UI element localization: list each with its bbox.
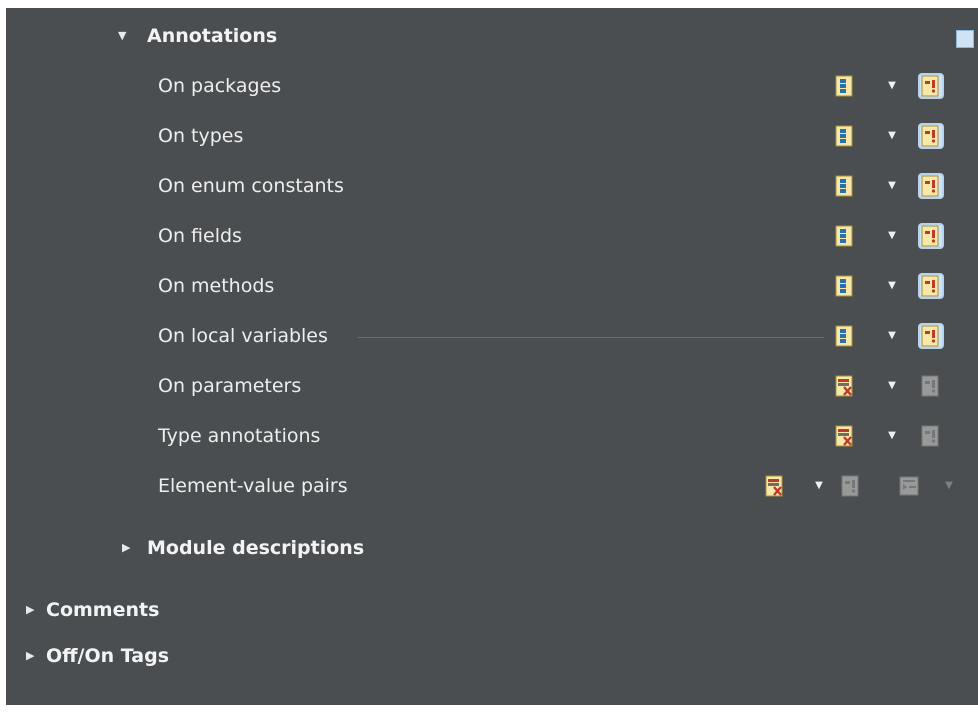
wrap-row-on-parameters[interactable]: On parameters ▼ bbox=[6, 361, 978, 411]
wrap-each-element-icon[interactable] bbox=[834, 75, 856, 97]
force-split-icon[interactable] bbox=[920, 325, 942, 347]
wrap-row-on-methods[interactable]: On methods ▼ bbox=[6, 261, 978, 311]
chevron-down-icon: ▼ bbox=[945, 480, 953, 491]
wrap-each-element-icon[interactable] bbox=[834, 225, 856, 247]
triangle-down-icon[interactable]: ▼ bbox=[118, 11, 126, 61]
chevron-down-icon[interactable]: ▼ bbox=[812, 475, 826, 497]
triangle-right-icon[interactable]: ▶ bbox=[122, 523, 130, 573]
annotations-section-header[interactable]: ▼ Annotations bbox=[6, 11, 978, 61]
chevron-down-icon[interactable]: ▼ bbox=[885, 425, 899, 447]
wrap-each-element-icon[interactable] bbox=[834, 175, 856, 197]
chevron-down-icon[interactable]: ▼ bbox=[885, 225, 899, 247]
do-not-wrap-icon[interactable] bbox=[834, 375, 856, 397]
comments-group-header[interactable]: ▶ Comments bbox=[6, 585, 978, 635]
row-label: Element-value pairs bbox=[158, 475, 348, 497]
force-split-icon[interactable] bbox=[920, 175, 942, 197]
row-label: On enum constants bbox=[158, 175, 344, 197]
chevron-down-icon[interactable]: ▼ bbox=[885, 175, 899, 197]
row-label: On parameters bbox=[158, 375, 302, 397]
do-not-wrap-icon[interactable] bbox=[834, 425, 856, 447]
module-descriptions-label: Module descriptions bbox=[147, 537, 365, 559]
wrap-row-on-packages[interactable]: On packages ▼ bbox=[6, 61, 978, 111]
row-label: On local variables bbox=[158, 325, 328, 347]
chevron-down-icon[interactable]: ▼ bbox=[885, 75, 899, 97]
wrap-each-element-icon[interactable] bbox=[834, 125, 856, 147]
force-split-icon[interactable] bbox=[920, 75, 942, 97]
force-split-icon bbox=[920, 425, 942, 447]
row-label: On types bbox=[158, 125, 244, 147]
triangle-right-icon[interactable]: ▶ bbox=[26, 631, 34, 681]
force-split-icon[interactable] bbox=[920, 225, 942, 247]
force-split-icon bbox=[920, 375, 942, 397]
wrap-all-checkbox[interactable] bbox=[956, 30, 974, 48]
off-on-tags-label: Off/On Tags bbox=[46, 645, 170, 667]
force-split-icon bbox=[840, 475, 862, 497]
wrap-row-on-fields[interactable]: On fields ▼ bbox=[6, 211, 978, 261]
chevron-down-icon[interactable]: ▼ bbox=[885, 125, 899, 147]
wrap-row-element-value-pairs[interactable]: Element-value pairs ▼ ▼ bbox=[6, 461, 978, 511]
row-label: On packages bbox=[158, 75, 282, 97]
wrap-row-on-types[interactable]: On types ▼ bbox=[6, 111, 978, 161]
row-label: On methods bbox=[158, 275, 275, 297]
wrap-row-type-annotations[interactable]: Type annotations ▼ bbox=[6, 411, 978, 461]
row-label: Type annotations bbox=[158, 425, 321, 447]
wrap-row-on-local-variables[interactable]: On local variables ▼ bbox=[6, 311, 978, 361]
force-split-icon[interactable] bbox=[920, 125, 942, 147]
off-on-tags-group-header[interactable]: ▶ Off/On Tags bbox=[6, 631, 978, 681]
leader-line bbox=[358, 337, 824, 338]
do-not-wrap-icon[interactable] bbox=[764, 475, 786, 497]
comments-label: Comments bbox=[46, 599, 160, 621]
wrap-each-element-icon[interactable] bbox=[834, 325, 856, 347]
chevron-down-icon[interactable]: ▼ bbox=[885, 375, 899, 397]
indent-icon bbox=[898, 475, 920, 497]
wrap-each-element-icon[interactable] bbox=[834, 275, 856, 297]
triangle-right-icon[interactable]: ▶ bbox=[26, 585, 34, 635]
row-label: On fields bbox=[158, 225, 242, 247]
annotations-section-label: Annotations bbox=[147, 25, 278, 47]
chevron-down-icon[interactable]: ▼ bbox=[885, 275, 899, 297]
wrap-row-on-enum-constants[interactable]: On enum constants ▼ bbox=[6, 161, 978, 211]
force-split-icon[interactable] bbox=[920, 275, 942, 297]
chevron-down-icon[interactable]: ▼ bbox=[885, 325, 899, 347]
formatter-panel: ▼ Annotations On packages ▼ On types ▼ O… bbox=[6, 8, 978, 705]
module-descriptions-section-header[interactable]: ▶ Module descriptions bbox=[6, 523, 978, 573]
